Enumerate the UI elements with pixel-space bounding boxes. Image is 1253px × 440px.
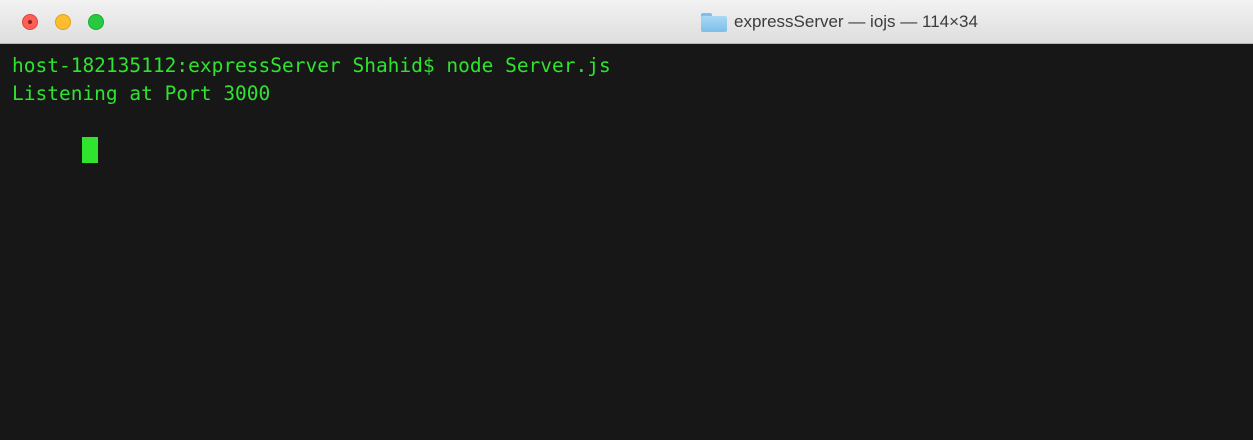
close-button[interactable] (22, 14, 38, 30)
zoom-button[interactable] (88, 14, 104, 30)
title-bar[interactable]: expressServer — iojs — 114×34 (0, 0, 1253, 44)
terminal-line-command: host-182135112:expressServer Shahid$ nod… (12, 54, 611, 77)
minimize-button[interactable] (55, 14, 71, 30)
terminal-line-output: Listening at Port 3000 (12, 82, 271, 105)
terminal-cursor (82, 137, 99, 163)
terminal-prompt-line (12, 108, 1253, 163)
window-title-text: expressServer — iojs — 114×34 (734, 12, 978, 31)
terminal-window: expressServer — iojs — 114×34 host-18213… (0, 0, 1253, 440)
folder-icon (700, 12, 728, 32)
terminal-output[interactable]: host-182135112:expressServer Shahid$ nod… (0, 44, 1253, 440)
window-title: expressServer — iojs — 114×34 (700, 11, 978, 33)
